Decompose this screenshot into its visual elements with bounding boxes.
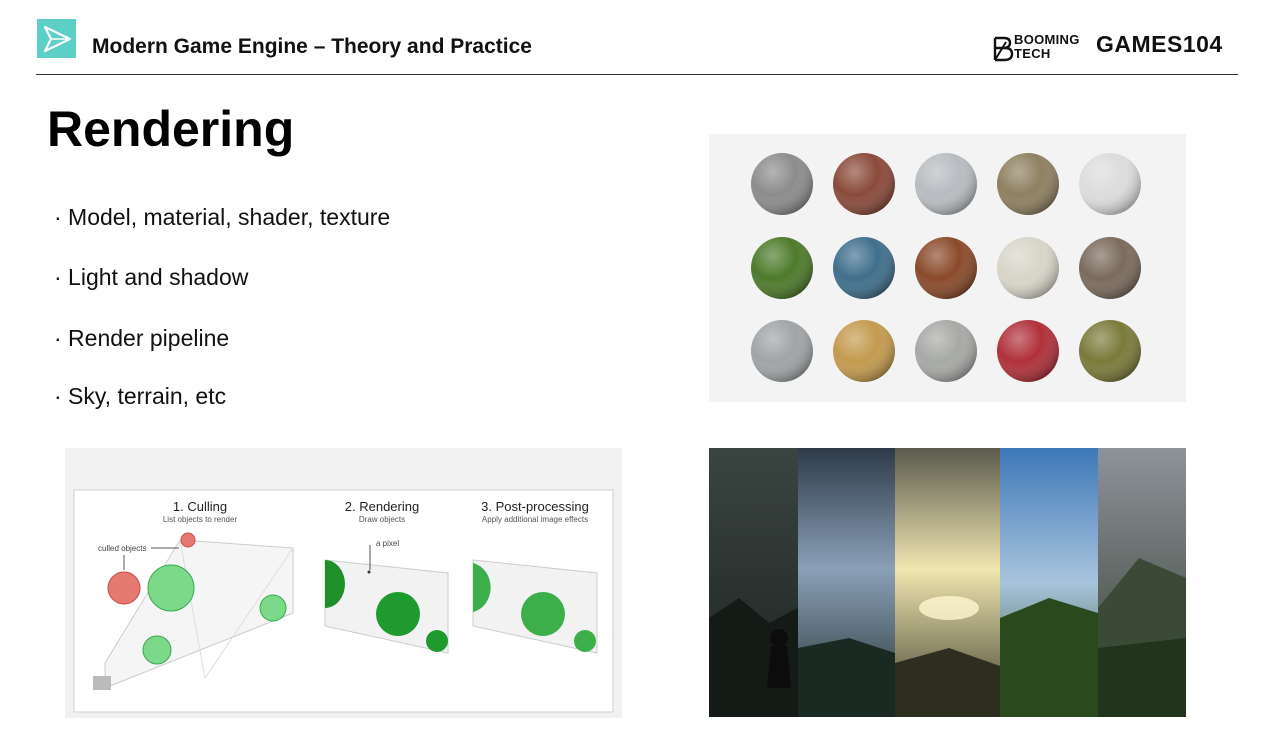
booming-line: BOOMING — [1014, 32, 1080, 47]
stage1-title: 1. Culling — [172, 499, 228, 514]
sphere-row-3 — [751, 320, 1141, 382]
bullet-item: · Sky, terrain, etc — [54, 383, 227, 409]
course-logo-icon — [37, 19, 76, 58]
course-title: Modern Game Engine – Theory and Practice — [92, 35, 532, 58]
bullet-item: · Render pipeline — [54, 325, 230, 351]
stage3-title: 3. Post-processing — [481, 499, 589, 514]
pixel-label: a pixel — [376, 539, 400, 548]
stage3-subtitle: Apply additional image effects — [481, 515, 589, 524]
stage1-subtitle: List objects to render — [162, 515, 238, 524]
material-spheres-image — [709, 134, 1186, 402]
booming-tech-wordmark: BOOMING TECH — [1014, 33, 1080, 61]
header-divider — [36, 74, 1238, 75]
stage2-subtitle: Draw objects — [358, 515, 406, 524]
stage2-title: 2. Rendering — [344, 499, 420, 514]
sphere-row-1 — [751, 153, 1141, 215]
sphere-row-2 — [751, 237, 1141, 299]
games104-wordmark: GAMES104 — [1096, 31, 1223, 57]
bullet-item: · Model, material, shader, texture — [54, 204, 391, 230]
bullet-item: · Light and shadow — [54, 264, 249, 290]
booming-tech-logo-icon — [992, 36, 1014, 67]
sky-terrain-collage-image — [709, 448, 1186, 717]
render-pipeline-figure: 1. Culling List objects to render 2. Ren… — [65, 448, 622, 718]
slide-title: Rendering — [47, 101, 295, 157]
tech-line: TECH — [1014, 46, 1051, 61]
culled-objects-label: culled objects — [98, 544, 147, 553]
